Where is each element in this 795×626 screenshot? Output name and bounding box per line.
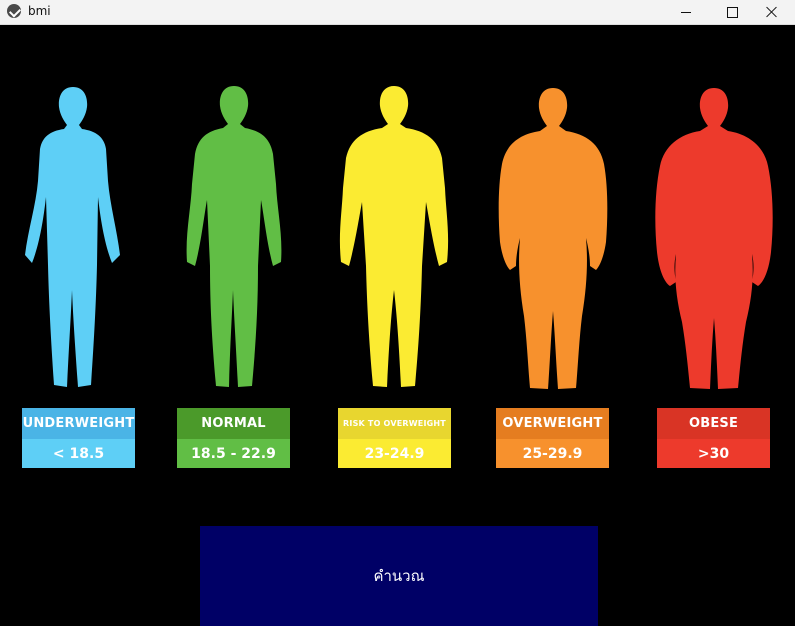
normal-figure bbox=[186, 86, 282, 387]
obese-label-card: OBESE >30 bbox=[657, 408, 770, 468]
underweight-figure bbox=[25, 87, 120, 387]
normal-label-card: NORMAL 18.5 - 22.9 bbox=[177, 408, 290, 468]
close-icon bbox=[766, 6, 778, 18]
underweight-range: < 18.5 bbox=[22, 439, 135, 468]
close-button[interactable] bbox=[749, 0, 795, 24]
calculate-button[interactable]: คำนวณ bbox=[200, 526, 598, 626]
normal-range: 18.5 - 22.9 bbox=[177, 439, 290, 468]
maximize-icon bbox=[726, 6, 738, 18]
window-title: bmi bbox=[28, 4, 51, 18]
obese-label: OBESE bbox=[657, 408, 770, 439]
overweight-label: OVERWEIGHT bbox=[496, 408, 609, 439]
underweight-label: UNDERWEIGHT bbox=[22, 408, 135, 439]
risk-label: RISK TO OVERWEIGHT bbox=[338, 408, 451, 439]
underweight-label-card: UNDERWEIGHT < 18.5 bbox=[22, 408, 135, 468]
minimize-button[interactable] bbox=[663, 0, 709, 24]
normal-label: NORMAL bbox=[177, 408, 290, 439]
app-icon bbox=[7, 4, 21, 18]
risk-label-card: RISK TO OVERWEIGHT 23-24.9 bbox=[338, 408, 451, 468]
risk-figure bbox=[339, 86, 449, 387]
risk-range: 23-24.9 bbox=[338, 439, 451, 468]
minimize-icon bbox=[681, 11, 691, 13]
title-bar: bmi bbox=[0, 0, 795, 25]
obese-range: >30 bbox=[657, 439, 770, 468]
overweight-figure bbox=[498, 88, 608, 389]
overweight-label-card: OVERWEIGHT 25-29.9 bbox=[496, 408, 609, 468]
obese-figure bbox=[655, 88, 773, 389]
overweight-range: 25-29.9 bbox=[496, 439, 609, 468]
